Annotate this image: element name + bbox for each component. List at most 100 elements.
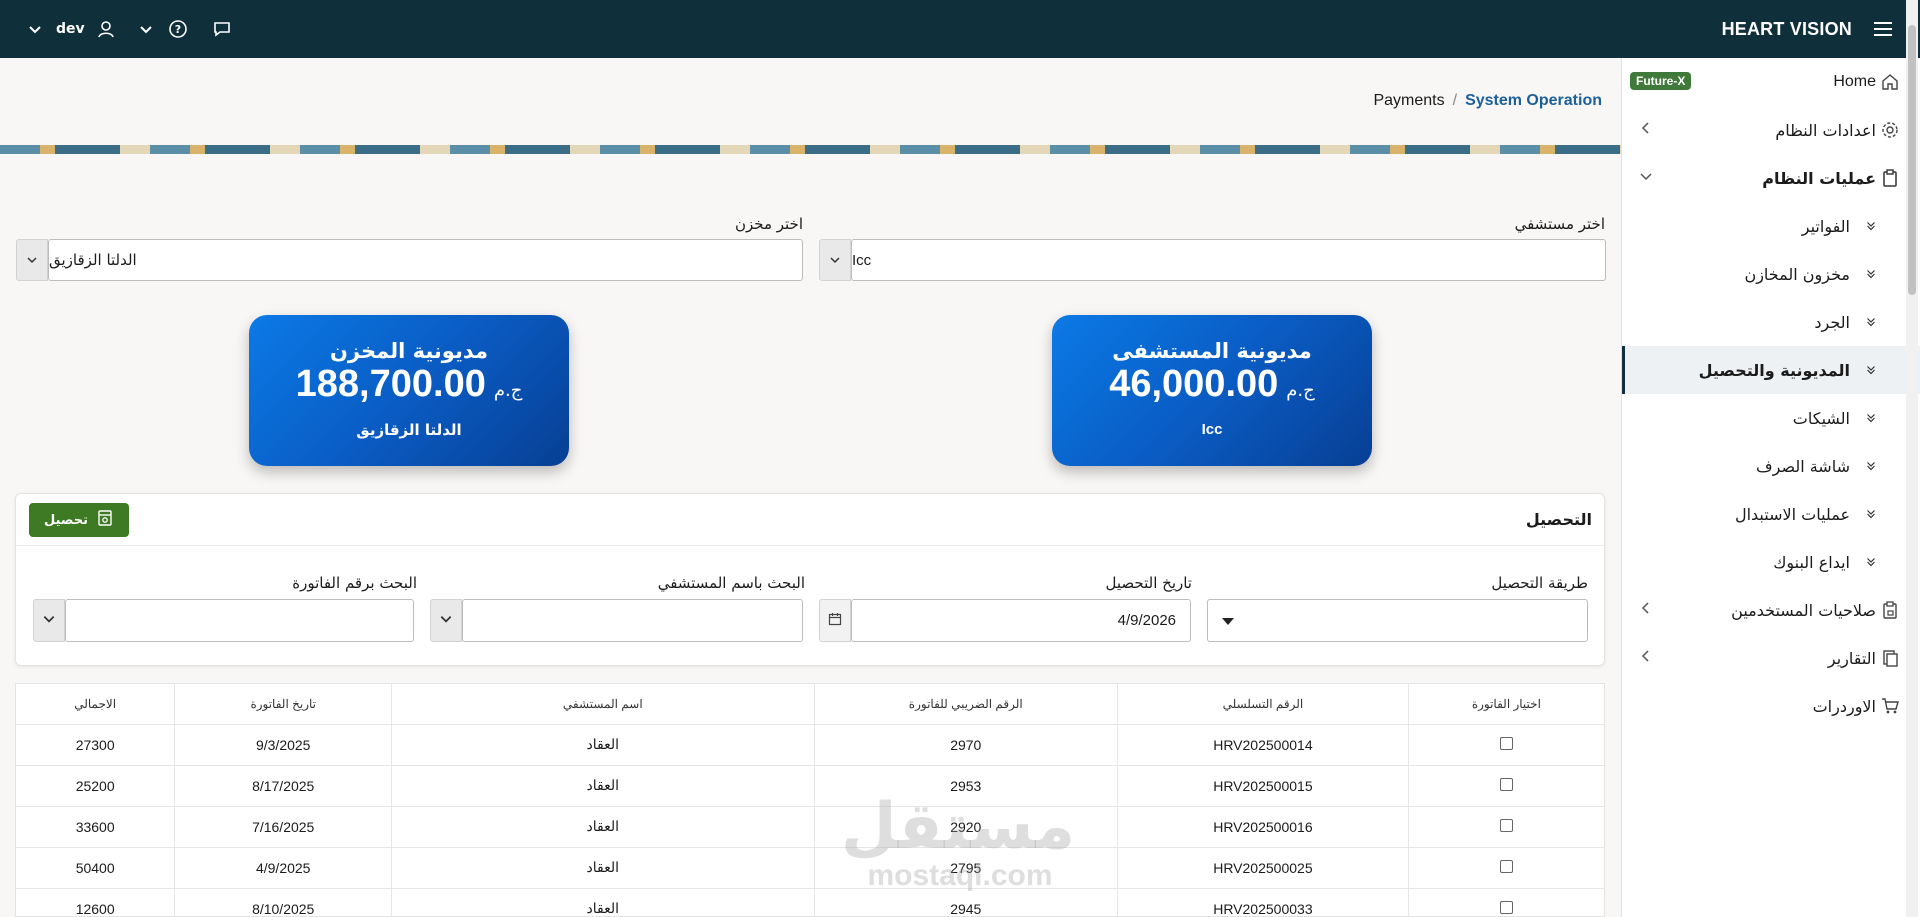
cell-hospital: العقاد [391,764,814,806]
topbar-left: dev ? [24,0,233,58]
sidebar-subitem-label: الشيكات [1792,408,1850,428]
collection-date-input[interactable]: 4/9/2026 [851,599,1191,642]
double-chevron-icon [1862,506,1878,522]
header-invoice-date[interactable]: تاريخ الفاتورة [174,684,392,724]
clipboard-icon [1880,168,1900,188]
invoice-search-input[interactable] [65,599,414,642]
sidebar-subitem-label: المديونية والتحصيل [1698,360,1850,380]
invoice-checkbox[interactable] [1499,818,1513,832]
chat-icon[interactable] [211,18,233,40]
cell-serial: HRV202500025 [1117,846,1409,888]
invoice-checkbox[interactable] [1499,777,1513,791]
cell-tax: 2953 [813,764,1118,806]
hamburger-menu-button[interactable] [1866,12,1900,46]
hospital-select[interactable]: Icc [851,239,1606,281]
sidebar-item-system-settings[interactable]: اعدادات النظام [1622,106,1920,154]
user-name[interactable]: dev [56,21,85,37]
header-serial[interactable]: الرقم التسلسلي [1117,684,1409,724]
invoice-search-label: البحث برقم الفاتورة [292,574,417,592]
sidebar-subitem-disbursement[interactable]: شاشة الصرف [1622,442,1920,490]
store-select-label: اختر مخزن [734,215,803,233]
store-select[interactable]: الدلتا الزقازيق [48,239,803,281]
cell-tax: 2945 [813,887,1118,916]
collection-panel: التحصيل تحصيل طريقة التحصيل تاريخ التحصي… [15,493,1605,666]
hospital-debt-title: مديونية المستشفى [1112,339,1312,363]
cell-total: 33600 [16,805,175,847]
chevron-down-icon [26,251,38,270]
sidebar-subitem-label: الفواتير [1801,216,1850,236]
hospital-search-input[interactable] [462,599,803,642]
home-icon [1880,72,1900,92]
invoice-checkbox[interactable] [1499,859,1513,873]
help-icon[interactable]: ? [167,18,189,40]
breadcrumb-parent[interactable]: Payments [1373,92,1444,110]
collection-date-value: 4/9/2026 [1117,612,1176,629]
chevron-left-icon [1636,120,1654,138]
cell-tax: 2970 [813,723,1118,765]
store-debt-title: مديونية المخزن [330,339,488,363]
sidebar-subitem-inventory[interactable]: الجرد [1622,298,1920,346]
decorative-banner [0,145,1621,154]
double-chevron-icon [1862,362,1878,378]
hospital-search-toggle[interactable] [430,599,462,642]
collection-title: التحصيل [1525,510,1592,529]
sidebar-subitem-store-stock[interactable]: مخزون المخازن [1622,250,1920,298]
sidebar-subitem-invoices[interactable]: الفواتير [1622,202,1920,250]
top-bar: dev ? HEART VISION [0,0,1920,58]
sidebar-item-label: Home [1833,73,1876,90]
calendar-icon [828,611,842,630]
sidebar-subitem-debt-collection[interactable]: المديونية والتحصيل [1622,346,1920,394]
sidebar-subitem-replacement[interactable]: عمليات الاستبدال [1622,490,1920,538]
sidebar-subitem-cheques[interactable]: الشيكات [1622,394,1920,442]
calendar-button[interactable] [819,599,851,642]
store-debt-value: 188,700.00 [295,363,486,405]
chevron-left-icon [1636,600,1654,618]
chevron-down-icon[interactable] [135,18,157,40]
sidebar-item-orders[interactable]: الاوردرات [1622,682,1920,730]
cell-total: 12600 [16,887,175,916]
page-scrollbar[interactable] [1906,0,1918,917]
sidebar-item-label: عمليات النظام [1762,168,1876,188]
collection-panel-header: التحصيل تحصيل [16,494,1604,546]
sidebar-item-reports[interactable]: التقارير [1622,634,1920,682]
invoice-checkbox[interactable] [1499,900,1513,914]
sidebar-subitem-label: عمليات الاستبدال [1734,504,1850,524]
method-label: طريقة التحصيل [1491,574,1588,592]
cell-tax: 2920 [813,805,1118,847]
collect-button[interactable]: تحصيل [29,503,129,537]
chevron-down-icon [1636,168,1654,186]
cell-total: 25200 [16,764,175,806]
hospital-debt-amount: 46,000.00 ج.م [1052,363,1372,406]
sidebar-item-system-operations[interactable]: عمليات النظام [1622,154,1920,202]
cell-serial: HRV202500016 [1117,805,1409,847]
user-icon[interactable] [95,18,117,40]
header-total[interactable]: الاجمالي [16,684,175,724]
sidebar-subitem-bank-deposits[interactable]: ايداع البنوك [1622,538,1920,586]
collection-method-select[interactable] [1207,599,1588,642]
store-select-toggle[interactable] [16,239,48,281]
sidebar-item-home[interactable]: Home Future-X [1622,58,1920,106]
scrollbar-thumb[interactable] [1908,25,1916,295]
table-header-row: اختيار الفاتورة الرقم التسلسلي الرقم الض… [16,684,1604,724]
invoices-table-container: اختيار الفاتورة الرقم التسلسلي الرقم الض… [15,683,1605,917]
cell-date: 9/3/2025 [174,723,392,765]
hospital-search-label: البحث باسم المستشفي [657,574,805,592]
chevron-down-icon [439,611,453,630]
collect-button-label: تحصيل [44,512,88,528]
breadcrumb-current: System Operation [1465,92,1602,109]
sidebar-item-user-permissions[interactable]: صلاحيات المستخدمين [1622,586,1920,634]
cell-hospital: العقاد [391,846,814,888]
hospital-select-toggle[interactable] [819,239,851,281]
cell-date: 4/9/2025 [174,846,392,888]
header-tax-number[interactable]: الرقم الضريبي للفاتورة [813,684,1118,724]
double-chevron-icon [1862,410,1878,426]
invoice-checkbox[interactable] [1499,736,1513,750]
breadcrumb: Payments / System Operation [1373,92,1602,110]
header-select[interactable]: اختيار الفاتورة [1407,684,1604,724]
sidebar-subitem-label: شاشة الصرف [1756,456,1850,476]
chevron-down-icon[interactable] [24,18,46,40]
store-select-value: الدلتا الزقازيق [49,251,137,269]
invoice-search-toggle[interactable] [33,599,65,642]
reports-icon [1880,648,1900,668]
header-hospital[interactable]: اسم المستشفي [391,684,814,724]
